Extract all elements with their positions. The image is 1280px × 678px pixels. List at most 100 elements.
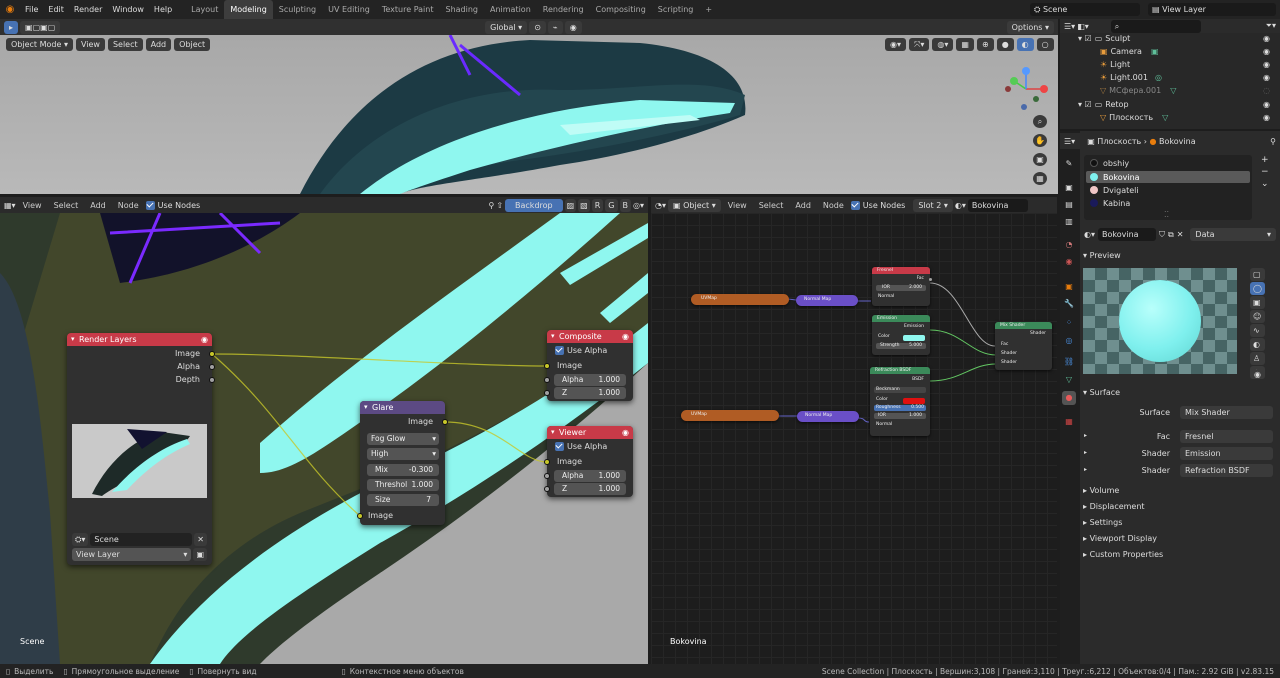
blender-logo-icon[interactable]: ◉ [0,4,20,15]
tab-animation[interactable]: Animation [484,0,537,19]
emission-color-swatch[interactable] [903,335,925,341]
view-layer-field[interactable]: ▤ View Layer [1148,3,1276,16]
eye-icon[interactable]: ◉ [1263,47,1270,56]
constraints-tab-icon[interactable]: ⛓ [1062,355,1076,369]
view-layer-tab-icon[interactable]: ▥ [1062,215,1076,229]
comp-menu-select[interactable]: Select [49,201,84,210]
menu-file[interactable]: File [20,0,43,19]
editor-type-icon[interactable]: ▦▾ [4,201,16,210]
slot-dropdown[interactable]: Slot 2 ▾ [913,198,953,212]
snap-icon[interactable]: ⌁ [547,20,563,34]
mix-shader-node[interactable]: Mix Shader Shader Fac Shader Shader [995,322,1052,370]
tab-sculpting[interactable]: Sculpting [273,0,322,19]
list-resize-handle[interactable]: ⁚⁚ [1164,210,1169,219]
material-slot-bokovina[interactable]: Bokovina [1086,171,1250,183]
add-slot-button[interactable]: + [1261,155,1269,165]
composite-alpha-field[interactable]: Alpha 1.000 [554,374,626,386]
duplicate-icon[interactable]: ⧉ [1168,230,1174,240]
preview-flat-icon[interactable]: ▢ [1250,268,1265,281]
composite-node[interactable]: Composite◉ Use Alpha Image Alpha1.000 Z1… [544,330,633,401]
pan-hand-icon[interactable]: ✋ [1033,134,1047,147]
node-header[interactable]: Glare [360,401,445,414]
render-layers-node[interactable]: Render Layers◉ Image Alpha Depth ⛭▾ Scen… [67,333,215,565]
scene-field[interactable]: Scene [90,533,193,546]
tab-modeling[interactable]: Modeling [224,0,273,19]
select-tool-button[interactable]: ▸ [4,20,19,34]
material-browse-icon[interactable]: ◐▾ [955,201,966,210]
menu-help[interactable]: Help [149,0,177,19]
fac-input-field[interactable]: Fresnel [1180,430,1273,443]
uvmap-node-2[interactable]: UVMap [681,410,779,421]
object-tab-icon[interactable]: ▣ [1062,280,1076,294]
shader-node-canvas[interactable]: UVMap Normal Map Fresnel Fac IOR 2.000 N… [651,213,1057,664]
3d-viewport[interactable]: Object Mode ▾ View Select Add Object ◉▾ … [0,35,1058,194]
render-layer-icon[interactable]: ▣ [193,548,207,561]
menu-edit[interactable]: Edit [43,0,69,19]
tab-texture-paint[interactable]: Texture Paint [376,0,440,19]
gizmo-toggle-icon[interactable]: ◎▾ [633,201,644,210]
menu-render[interactable]: Render [69,0,107,19]
glare-input-socket[interactable] [357,513,363,519]
scene-field[interactable]: ⛭ Scene [1030,3,1140,16]
link-dropdown[interactable]: Data ▾ [1190,228,1276,241]
navigation-gizmo[interactable] [1000,63,1052,115]
outliner-item-light[interactable]: ☀ Light ◉ [1100,58,1278,71]
preview-world-toggle[interactable]: ◉ [1250,368,1265,381]
settings-section-header[interactable]: ▸ Settings [1083,518,1122,527]
viewport-menu-select[interactable]: Select [107,38,143,51]
normal-map-node-2[interactable]: Normal Map [797,411,859,422]
viewport-menu-object[interactable]: Object [174,38,211,51]
preview-sphere-icon[interactable]: ◯ [1250,282,1265,295]
composite-z-socket[interactable] [544,390,550,396]
viewport-menu-view[interactable]: View [75,38,105,51]
refraction-bsdf-node[interactable]: Refraction BSDF BSDF Beckmann Color Roug… [870,367,930,436]
layer-dropdown[interactable]: View Layer ▾ [72,548,192,561]
preview-hair-icon[interactable]: ∿ [1250,324,1265,337]
shader1-input-field[interactable]: Emission [1180,447,1273,460]
particles-tab-icon[interactable]: ⁘ [1062,316,1076,330]
gizmo-icon[interactable]: ⤧▾ [909,38,930,51]
uvmap-node-1[interactable]: UVMap [691,294,789,305]
shading-material-icon[interactable]: ◐ [1016,38,1034,51]
tab-uv-editing[interactable]: UV Editing [322,0,376,19]
shading-wire-icon[interactable]: ⊕ [976,38,994,51]
pivot-icon[interactable]: ⊙ [529,20,546,34]
preview-cloth-icon[interactable]: ♙ [1250,352,1265,365]
viewer-z-field[interactable]: Z 1.000 [554,483,626,495]
scene-tab-icon[interactable]: ◔ [1062,238,1076,252]
node-header[interactable]: Composite◉ [547,330,633,343]
alpha-output-socket[interactable] [209,364,215,370]
render-tab-icon[interactable]: ▣ [1062,181,1076,195]
eye-icon[interactable]: ◉ [1263,113,1270,122]
shader-menu-select[interactable]: Select [754,201,789,210]
physics-tab-icon[interactable]: ◎ [1062,334,1076,348]
viewport-display-section-header[interactable]: ▸ Viewport Display [1083,534,1157,543]
menu-window[interactable]: Window [107,0,149,19]
outliner-search-input[interactable]: ⌕ [1110,19,1201,33]
use-nodes-checkbox[interactable]: Use Nodes [145,200,200,210]
world-tab-icon[interactable]: ◉ [1062,255,1076,269]
eye-icon[interactable]: ◉ [1263,73,1270,82]
material-slot-obshiy[interactable]: obshiy [1086,157,1250,169]
tool-tab-icon[interactable]: ✎ [1062,157,1076,171]
preview-fluid-icon[interactable]: ◐ [1250,338,1265,351]
xray-icon[interactable]: ▦ [956,38,974,51]
outliner-item-camera[interactable]: ▣ Camera ▣ ◉ [1100,45,1278,58]
normal-map-node-1[interactable]: Normal Map [796,295,858,306]
depth-output-socket[interactable] [209,377,215,383]
glare-node[interactable]: Glare Image Fog Glow▾ High▾ Mix-0.300 Th… [357,401,448,525]
eye-icon[interactable]: ◉ [1263,60,1270,69]
shading-render-icon[interactable]: ○ [1036,38,1054,51]
eye-icon[interactable]: ◉ [1263,100,1270,109]
image-output-socket[interactable] [209,351,215,357]
outliner-item-sculpt[interactable]: ▾ ☑ ▭ Sculpt ◉ [1078,32,1278,45]
tab-shading[interactable]: Shading [439,0,484,19]
fake-user-icon[interactable]: ⛉ [1159,230,1165,240]
glare-mix-field[interactable]: Mix -0.300 [367,464,439,476]
tab-scripting[interactable]: Scripting [652,0,700,19]
material-tab-icon[interactable]: ● [1062,391,1076,405]
composite-z-field[interactable]: Z 1.000 [554,387,626,399]
preview-section-header[interactable]: ▾ Preview [1083,251,1121,260]
pin-icon[interactable]: ⚲ [488,201,494,210]
pin-icon[interactable]: ⚲ [1270,137,1276,146]
